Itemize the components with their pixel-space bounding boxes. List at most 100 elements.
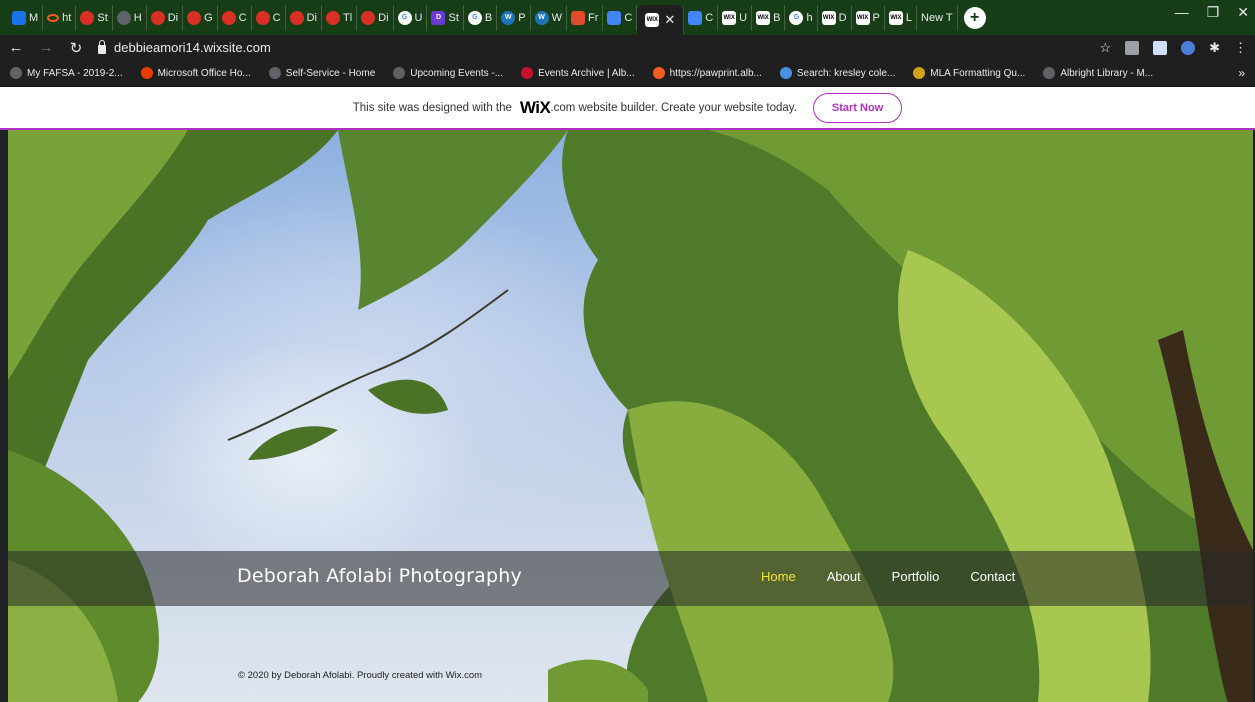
gear-icon: [80, 10, 95, 25]
bookmark-item[interactable]: Microsoft Office Ho...: [140, 67, 251, 79]
back-icon[interactable]: ←: [8, 39, 24, 56]
browser-tab[interactable]: ht: [43, 4, 77, 31]
browser-tab[interactable]: C: [684, 4, 719, 31]
google-icon: G: [397, 10, 412, 25]
browser-tab[interactable]: C: [252, 4, 286, 31]
nav-link-home[interactable]: Home: [761, 569, 796, 584]
browser-tab[interactable]: WIX U: [718, 4, 753, 31]
browser-tab[interactable]: C: [603, 4, 638, 31]
wix-icon: WIX: [821, 10, 836, 25]
tab-label: H: [133, 11, 142, 24]
doc-extension-icon[interactable]: [1153, 40, 1168, 55]
address-url[interactable]: debbieamori14.wixsite.com: [114, 40, 271, 55]
menu-icon[interactable]: ⋮: [1234, 40, 1247, 56]
browser-tab[interactable]: WIX L: [885, 4, 918, 31]
star-icon[interactable]: ☆: [1099, 40, 1111, 56]
browser-tab[interactable]: Fr: [567, 4, 604, 31]
browser-tab[interactable]: GB: [464, 4, 498, 31]
tab-label: G: [204, 11, 213, 24]
gear-icon: [255, 10, 270, 25]
wix-icon: WIX: [645, 13, 660, 27]
bookmark-item[interactable]: My FAFSA - 2019-2...: [10, 67, 123, 79]
bookmark-label: Albright Library - M...: [1060, 67, 1154, 79]
google-docs-icon: [607, 10, 622, 25]
bookmark-item[interactable]: Albright Library - M...: [1043, 67, 1153, 79]
nav-link-contact[interactable]: Contact: [970, 569, 1015, 584]
bookmark-favicon-icon: [913, 67, 926, 79]
bookmark-label: Search: kresley cole...: [796, 67, 896, 79]
close-window-icon[interactable]: ✕: [1237, 4, 1249, 21]
tab-label: Di: [306, 11, 317, 24]
tab-label: New T: [921, 11, 953, 24]
tab-label: W: [551, 11, 562, 24]
minimize-icon[interactable]: —: [1175, 4, 1189, 21]
browser-tab[interactable]: C: [218, 4, 252, 31]
wix-icon: WIX: [888, 10, 903, 25]
gear-icon: [187, 10, 202, 25]
bookmark-item[interactable]: Self-Service - Home: [268, 67, 375, 79]
browser-tab[interactable]: Di: [286, 4, 322, 31]
tabs-before-active: Mht St H Di G C C Di Tl Di G U D St G B W P W W Fr C: [8, 4, 638, 31]
browser-tab[interactable]: G: [183, 4, 218, 31]
browser-tab[interactable]: H: [113, 4, 147, 31]
bookmark-item[interactable]: Events Archive | Alb...: [521, 67, 635, 79]
browser-window: Mht St H Di G C C Di Tl Di G U D St G B W P W W Fr C WIX ✕ CW…: [0, 0, 1255, 702]
browser-tab[interactable]: GU: [394, 4, 428, 31]
tab-active[interactable]: WIX ✕: [637, 5, 685, 35]
gear-icon: [221, 10, 236, 25]
nav-link-portfolio[interactable]: Portfolio: [892, 569, 940, 584]
puzzle-icon[interactable]: ✱: [1209, 40, 1220, 56]
google-icon: G: [467, 10, 482, 25]
browser-tab[interactable]: St: [76, 4, 113, 31]
bookmark-item[interactable]: Search: kresley cole...: [779, 67, 896, 79]
browser-tab[interactable]: Di: [357, 4, 394, 31]
bookmark-list: My FAFSA - 2019-2... Microsoft Office Ho.…: [10, 67, 1153, 79]
bookmark-favicon-icon: [10, 67, 22, 79]
reload-icon[interactable]: ↻: [68, 39, 84, 57]
wix-banner-text-before: This site was designed with the: [352, 101, 512, 114]
wix-banner: This site was designed with the WiX .com…: [0, 87, 1255, 130]
dark-favicon-icon: [116, 10, 131, 25]
tab-label: U: [414, 11, 423, 24]
tab-label: Tl: [342, 11, 353, 24]
bookmark-label: Events Archive | Alb...: [538, 67, 635, 79]
restore-icon[interactable]: ❐: [1207, 4, 1220, 21]
start-now-button[interactable]: Start Now: [812, 92, 903, 123]
browser-tab[interactable]: WIX P: [852, 4, 885, 31]
browser-tab[interactable]: M: [8, 4, 44, 31]
browser-tab[interactable]: WW: [531, 4, 567, 31]
close-tab-icon[interactable]: ✕: [664, 12, 675, 28]
tab-label: Di: [378, 11, 389, 24]
bookmark-label: Upcoming Events -...: [410, 67, 504, 79]
browser-tab[interactable]: Gh: [785, 4, 818, 31]
bookmarks-more-icon[interactable]: »: [1238, 66, 1245, 80]
bookmark-favicon-icon: [140, 67, 153, 79]
extension-icon[interactable]: [1125, 40, 1140, 55]
new-tab-button[interactable]: +: [963, 6, 986, 29]
outlook-icon: [12, 10, 26, 25]
tab-label: h: [806, 11, 813, 24]
nav-link-about[interactable]: About: [827, 569, 861, 584]
browser-tab[interactable]: Tl: [322, 4, 358, 31]
bookmark-favicon-icon: [521, 67, 534, 79]
gear-icon: [150, 10, 165, 25]
tab-label: C: [238, 11, 247, 24]
browser-tab[interactable]: WIX D: [818, 4, 852, 31]
bookmark-favicon-icon: [393, 67, 406, 79]
tree-foliage-image: [8, 130, 1253, 702]
site-title[interactable]: Deborah Afolabi Photography: [237, 565, 522, 587]
address-bar[interactable]: debbieamori14.wixsite.com: [98, 37, 1086, 58]
account-extension-icon[interactable]: [1181, 40, 1196, 55]
forward-icon[interactable]: →: [38, 39, 54, 56]
bookmark-item[interactable]: https://pawprint.alb...: [652, 67, 762, 79]
bookmark-label: https://pawprint.alb...: [669, 67, 762, 79]
browser-tab[interactable]: WIX B: [752, 4, 786, 31]
browser-tab[interactable]: D St: [427, 4, 464, 31]
tab-label: St: [97, 11, 108, 24]
browser-tab[interactable]: WP: [497, 4, 531, 31]
browser-tab[interactable]: Di: [147, 4, 184, 31]
bookmark-item[interactable]: MLA Formatting Qu...: [913, 67, 1025, 79]
bookmark-item[interactable]: Upcoming Events -...: [393, 67, 503, 79]
tab-label: Fr: [587, 11, 599, 24]
browser-tab[interactable]: New T: [917, 4, 958, 31]
